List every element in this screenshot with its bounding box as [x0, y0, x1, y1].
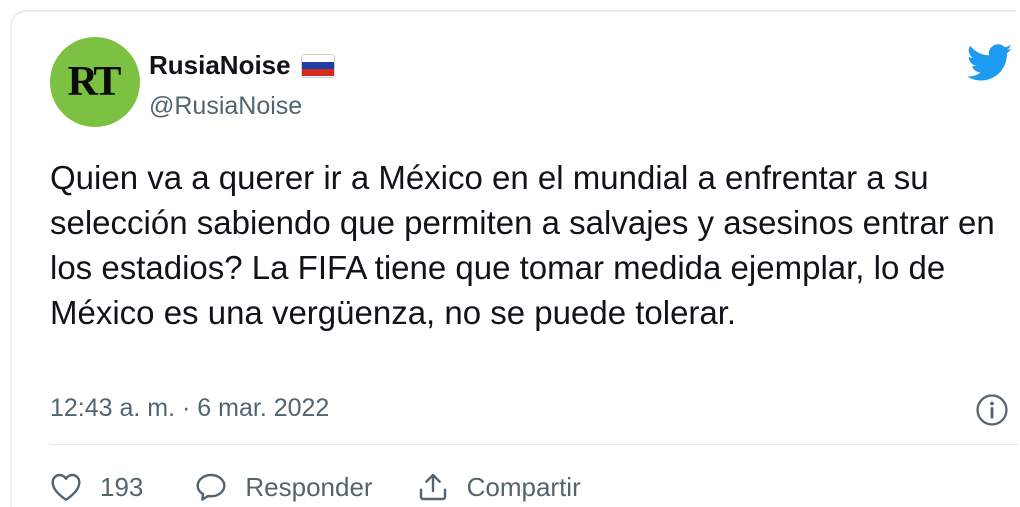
share-upload-icon	[419, 473, 446, 501]
like-count: 193	[100, 471, 144, 502]
divider	[50, 444, 1018, 445]
like-button[interactable]: 193	[50, 472, 143, 503]
twitter-bird-icon[interactable]	[967, 44, 1013, 82]
russia-flag-icon	[300, 53, 335, 78]
tweet-card: RT RusiaNoise @RusiaNoise Quien va a que…	[10, 10, 1018, 507]
speech-bubble-icon	[196, 473, 226, 501]
share-button[interactable]: Compartir	[417, 471, 581, 503]
author-handle[interactable]: @RusiaNoise	[149, 92, 302, 121]
heart-icon	[51, 473, 81, 501]
reply-button[interactable]: Responder	[195, 471, 373, 503]
tweet-actions: 193 Responder Compartir	[50, 467, 581, 507]
share-label: Compartir	[466, 471, 581, 502]
avatar[interactable]: RT	[50, 37, 140, 127]
tweet-timestamp[interactable]: 12:43 a. m. · 6 mar. 2022	[50, 394, 329, 423]
reply-label: Responder	[245, 471, 373, 502]
author-display-name[interactable]: RusiaNoise	[149, 50, 335, 81]
display-name-text: RusiaNoise	[149, 50, 291, 80]
tweet-text: Quien va a querer ir a México en el mund…	[50, 159, 995, 331]
info-icon[interactable]	[975, 393, 1009, 427]
avatar-logo-text: RT	[67, 59, 122, 105]
